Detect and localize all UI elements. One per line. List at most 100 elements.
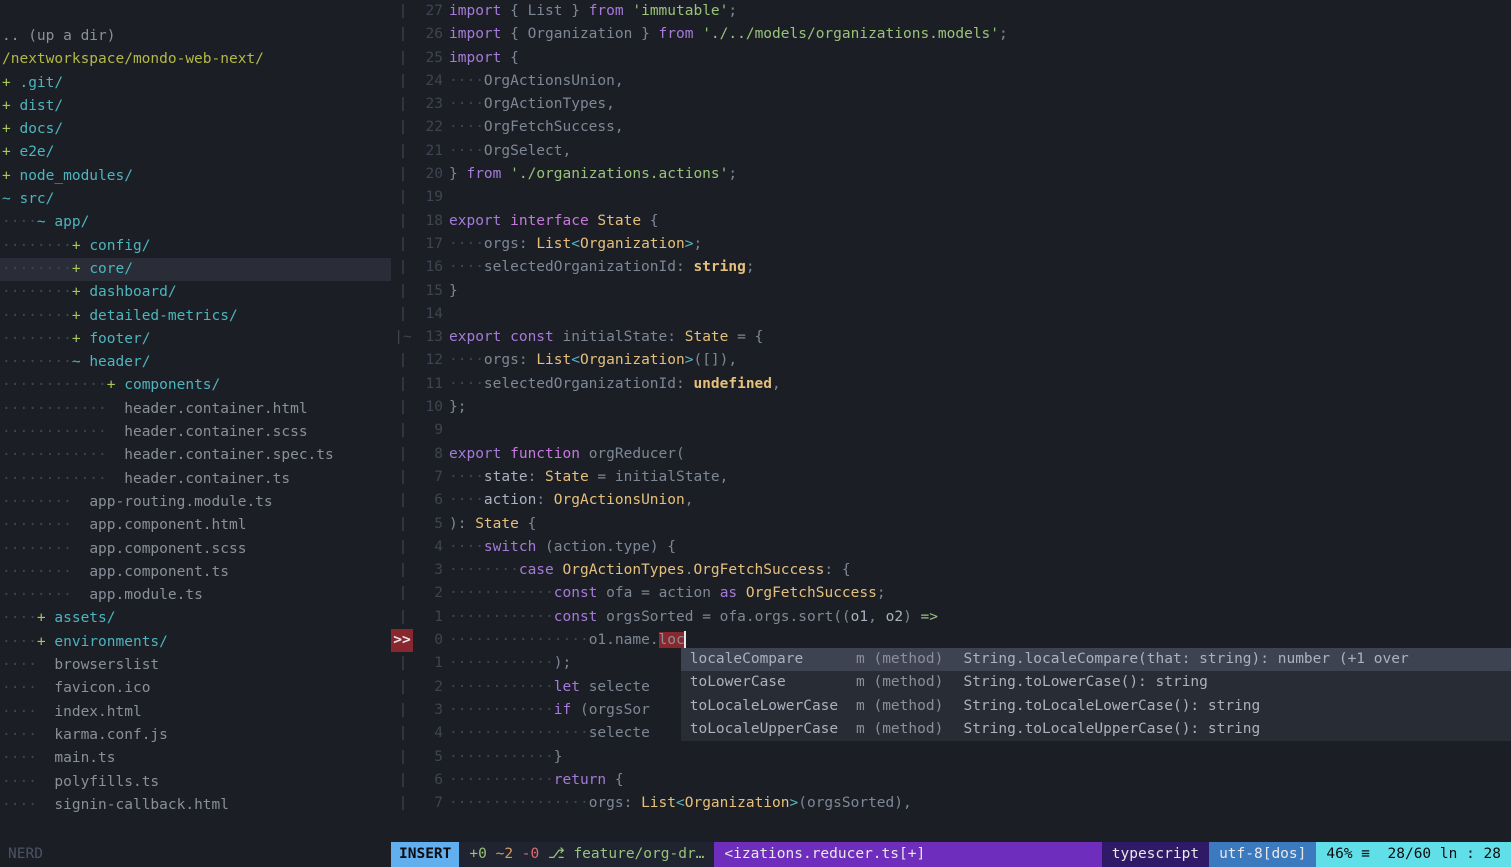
line-number: 1	[413, 606, 449, 629]
code-line[interactable]: |24····OrgActionsUnion,	[391, 70, 1511, 93]
tree-item[interactable]: ········~ header/	[0, 351, 391, 374]
tree-item[interactable]: ············ header.container.scss	[0, 421, 391, 444]
tree-item[interactable]: ········+ core/	[0, 258, 391, 281]
code-line[interactable]: |27import { List } from 'immutable';	[391, 0, 1511, 23]
code-line[interactable]: |4····switch (action.type) {	[391, 536, 1511, 559]
code-line[interactable]: |10};	[391, 396, 1511, 419]
tree-item[interactable]: + dist/	[0, 95, 391, 118]
sign-column: |	[391, 536, 413, 559]
line-number: 25	[413, 47, 449, 70]
code-line[interactable]: |16····selectedOrganizationId: string;	[391, 256, 1511, 279]
code-line[interactable]: |9	[391, 419, 1511, 442]
tree-item[interactable]: ···· signin-callback.html	[0, 794, 391, 817]
sign-column: |	[391, 466, 413, 489]
line-number: 19	[413, 186, 449, 209]
tree-item[interactable]: ····~ app/	[0, 211, 391, 234]
line-number: 3	[413, 559, 449, 582]
tree-item[interactable]: ···· favicon.ico	[0, 677, 391, 700]
code-line[interactable]: |21····OrgSelect,	[391, 140, 1511, 163]
tree-item[interactable]: ············ header.container.spec.ts	[0, 444, 391, 467]
tree-status: NERD	[0, 842, 391, 867]
branch-icon: ⎇	[548, 843, 565, 866]
code-line[interactable]: |17····orgs: List<Organization>;	[391, 233, 1511, 256]
sign-column: |	[391, 443, 413, 466]
sign-column: |	[391, 0, 413, 23]
tree-item[interactable]: + docs/	[0, 118, 391, 141]
tree-item[interactable]: ········ app.module.ts	[0, 584, 391, 607]
tree-item[interactable]: ····+ environments/	[0, 631, 391, 654]
sign-column: |	[391, 606, 413, 629]
code-line[interactable]: |7····state: State = initialState,	[391, 466, 1511, 489]
code-line[interactable]: |3········case OrgActionTypes.OrgFetchSu…	[391, 559, 1511, 582]
completion-item[interactable]: toLowerCasem (method) String.toLowerCase…	[681, 671, 1511, 694]
sign-column: |	[391, 722, 413, 745]
sign-column: |	[391, 280, 413, 303]
editor[interactable]: |27import { List } from 'immutable';|26i…	[391, 0, 1511, 837]
tree-item[interactable]: ········+ detailed-metrics/	[0, 305, 391, 328]
tree-item[interactable]: ~ src/	[0, 188, 391, 211]
tree-item[interactable]: ···· main.ts	[0, 747, 391, 770]
tree-item[interactable]: ···· browserslist	[0, 654, 391, 677]
sign-column: |	[391, 396, 413, 419]
completion-popup[interactable]: localeComparem (method) String.localeCom…	[681, 648, 1511, 741]
code-line[interactable]: |26import { Organization } from './../mo…	[391, 23, 1511, 46]
code-line[interactable]: |14	[391, 303, 1511, 326]
code-line[interactable]: |2············const ofa = action as OrgF…	[391, 582, 1511, 605]
code-line[interactable]: |20} from './organizations.actions';	[391, 163, 1511, 186]
tree-item[interactable]: ············ header.container.html	[0, 398, 391, 421]
tree-item[interactable]: ········+ config/	[0, 235, 391, 258]
line-number: 24	[413, 70, 449, 93]
sign-column: |	[391, 23, 413, 46]
code-line[interactable]: |15}	[391, 280, 1511, 303]
line-number: 7	[413, 466, 449, 489]
line-number: 9	[413, 419, 449, 442]
sign-column: |	[391, 419, 413, 442]
updir[interactable]: .. (up a dir)	[0, 25, 391, 48]
code-line[interactable]: |1············const orgsSorted = ofa.org…	[391, 606, 1511, 629]
code-line[interactable]: |5············}	[391, 746, 1511, 769]
tree-item[interactable]: ········ app.component.ts	[0, 561, 391, 584]
code-line[interactable]: |7················orgs: List<Organizatio…	[391, 792, 1511, 815]
code-line[interactable]: |12····orgs: List<Organization>([]),	[391, 349, 1511, 372]
completion-item[interactable]: toLocaleUpperCasem (method) String.toLoc…	[681, 718, 1511, 741]
git-status: +0 ~2 -0 ⎇ feature/org-dr…	[459, 842, 714, 867]
tree-item[interactable]: ········+ dashboard/	[0, 281, 391, 304]
code-line[interactable]: |18export interface State {	[391, 210, 1511, 233]
tree-item[interactable]: ···· polyfills.ts	[0, 771, 391, 794]
tree-item[interactable]: ····+ assets/	[0, 607, 391, 630]
sign-column: >>	[391, 629, 413, 652]
file-tree[interactable]: .. (up a dir) /nextworkspace/mondo-web-n…	[0, 0, 391, 837]
code-line[interactable]: |11····selectedOrganizationId: undefined…	[391, 373, 1511, 396]
tree-item[interactable]: ············ header.container.ts	[0, 468, 391, 491]
sign-column: |	[391, 373, 413, 396]
tree-item[interactable]: + node_modules/	[0, 165, 391, 188]
tree-item[interactable]: + e2e/	[0, 141, 391, 164]
tree-item[interactable]: ········ app.component.html	[0, 514, 391, 537]
line-number: 11	[413, 373, 449, 396]
code-line[interactable]: |19	[391, 186, 1511, 209]
line-number: 18	[413, 210, 449, 233]
completion-item[interactable]: localeComparem (method) String.localeCom…	[681, 648, 1511, 671]
code-line[interactable]: |25import {	[391, 47, 1511, 70]
tree-item[interactable]: ········ app-routing.module.ts	[0, 491, 391, 514]
code-line[interactable]: |6····action: OrgActionsUnion,	[391, 489, 1511, 512]
code-line[interactable]: |22····OrgFetchSuccess,	[391, 116, 1511, 139]
tree-item[interactable]: ········ app.component.scss	[0, 538, 391, 561]
tree-item[interactable]: ········+ footer/	[0, 328, 391, 351]
filename-status: <izations.reducer.ts[+]	[714, 842, 1101, 867]
code-line[interactable]: |8export function orgReducer(	[391, 443, 1511, 466]
completion-item[interactable]: toLocaleLowerCasem (method) String.toLoc…	[681, 695, 1511, 718]
line-number: 7	[413, 792, 449, 815]
code-line[interactable]: |23····OrgActionTypes,	[391, 93, 1511, 116]
tree-item[interactable]: + .git/	[0, 72, 391, 95]
code-line[interactable]: |~13export const initialState: State = {	[391, 326, 1511, 349]
mode-indicator: INSERT	[391, 842, 459, 867]
line-number: 4	[413, 536, 449, 559]
line-number: 13	[413, 326, 449, 349]
code-line[interactable]: |5): State {	[391, 513, 1511, 536]
tree-item[interactable]: ···· karma.conf.js	[0, 724, 391, 747]
sign-column: |	[391, 792, 413, 815]
tree-item[interactable]: ············+ components/	[0, 374, 391, 397]
code-line[interactable]: |6············return {	[391, 769, 1511, 792]
tree-item[interactable]: ···· index.html	[0, 701, 391, 724]
